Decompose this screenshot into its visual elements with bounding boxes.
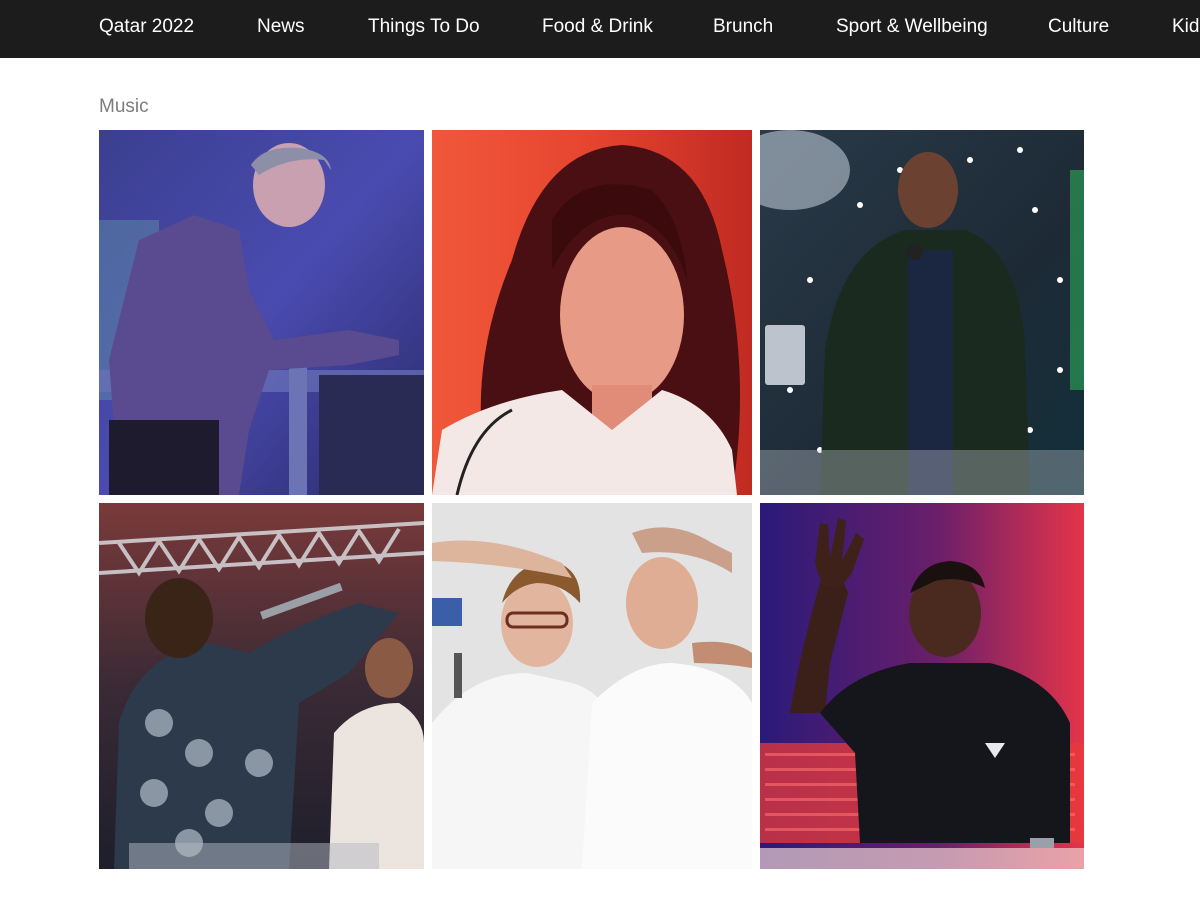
gallery-tile-portrait[interactable] xyxy=(432,130,752,495)
nav-item-food-drink[interactable]: Food & Drink xyxy=(542,16,653,38)
duo-in-white-shirts-photo xyxy=(432,503,752,869)
nav-item-sport-wellbeing[interactable]: Sport & Wellbeing xyxy=(836,16,988,38)
top-navigation: Qatar 2022 News Things To Do Food & Drin… xyxy=(0,0,1200,58)
nav-item-brunch[interactable]: Brunch xyxy=(713,16,773,38)
gallery-tile-dj[interactable] xyxy=(99,130,424,495)
gallery-tile-singer[interactable] xyxy=(760,130,1084,495)
nav-item-qatar-2022[interactable]: Qatar 2022 xyxy=(99,16,194,38)
gallery-tile-rapper[interactable] xyxy=(99,503,424,869)
gallery-tile-dj-hand-raised[interactable] xyxy=(760,503,1084,869)
gallery-tile-duo[interactable] xyxy=(432,503,752,869)
nav-item-things-to-do[interactable]: Things To Do xyxy=(368,16,480,38)
woman-portrait-red-photo xyxy=(432,130,752,495)
nav-item-news[interactable]: News xyxy=(257,16,305,38)
dj-hand-raised-photo xyxy=(760,503,1084,869)
section-title-music: Music xyxy=(99,96,149,117)
nav-item-kids[interactable]: Kid xyxy=(1172,16,1199,38)
singer-with-microphone-photo xyxy=(760,130,1084,495)
dj-at-turntables-photo xyxy=(99,130,424,495)
nav-item-culture[interactable]: Culture xyxy=(1048,16,1109,38)
rapper-performing-photo xyxy=(99,503,424,869)
